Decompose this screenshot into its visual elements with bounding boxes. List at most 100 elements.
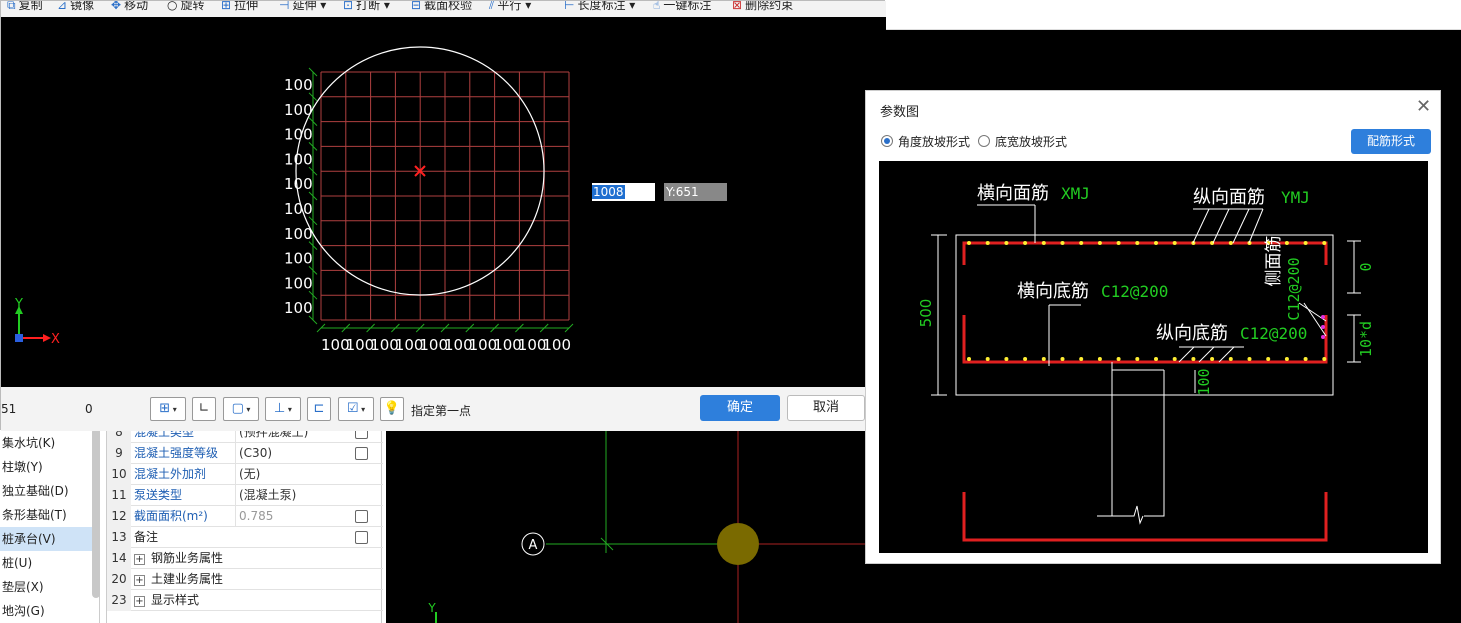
component-tree: 集水坑(K) 柱墩(Y) 独立基础(D) 条形基础(T) 桩承台(V) 桩(U) 垫层(X)… <box>0 428 100 623</box>
move-button[interactable]: ✥ 移动 <box>111 1 148 14</box>
ok-button[interactable]: 确定 <box>700 395 780 421</box>
rectangle-icon: ▢ <box>231 401 244 416</box>
expand-icon[interactable]: + <box>134 596 145 607</box>
coord-x-input[interactable]: 1008 <box>592 183 655 201</box>
grid-toggle-button[interactable]: ⊞ ▾ <box>150 397 186 421</box>
hint-button[interactable]: 💡 <box>380 397 404 421</box>
property-name: 备注 <box>134 530 159 544</box>
expand-icon[interactable]: + <box>134 554 145 565</box>
ortho-toggle-button[interactable]: ∟ <box>192 397 216 421</box>
rebar-dot <box>1041 241 1046 245</box>
property-checkbox[interactable] <box>355 447 368 460</box>
lightbulb-icon: 💡 <box>383 401 401 416</box>
tree-item[interactable]: 垫层(X) <box>0 575 99 599</box>
grid-label-x: 100 <box>542 336 571 354</box>
grid-label-y: 100 <box>284 150 313 168</box>
tree-item[interactable]: 独立基础(D) <box>0 479 99 503</box>
property-value[interactable]: 0.785 <box>235 506 339 527</box>
tree-item[interactable]: 柱墩(Y) <box>0 455 99 479</box>
grid-icon: ⊞ <box>159 401 171 416</box>
row-number: 9 <box>107 443 131 464</box>
axis-y-label: Y <box>14 297 23 312</box>
property-row[interactable]: 14 + 钢筋业务属性 <box>107 548 383 569</box>
side-rebar-label: 侧面筋 <box>1264 236 1284 287</box>
side-rebar-dot <box>1321 325 1325 329</box>
property-name: + 钢筋业务属性 <box>134 548 232 569</box>
property-row[interactable]: 13 备注 <box>107 527 383 548</box>
rebar-dot <box>1247 357 1252 361</box>
parallel-button[interactable]: ⫽ 平行 ▾ <box>489 1 531 14</box>
tree-scrollbar[interactable] <box>92 428 100 598</box>
copy-label: 复制 <box>18 1 43 12</box>
radio-angle[interactable] <box>881 135 893 147</box>
tree-item[interactable]: 桩承台(V) <box>0 527 99 551</box>
rebar-dot <box>1284 241 1289 245</box>
property-name: 混凝土外加剂 <box>134 467 207 481</box>
property-row[interactable]: 12 截面面积(m²) 0.785 <box>107 506 383 527</box>
axis-origin-icon <box>15 334 23 342</box>
property-row[interactable]: 11 泵送类型 (混凝土泵) <box>107 485 383 506</box>
snap-shape-button[interactable]: ▢ ▾ <box>223 397 259 421</box>
drawing-canvas[interactable]: 100 100 100 100 100 100 100 100 100 100 100 100 100 1… <box>1 17 886 387</box>
section-check-button[interactable]: ⊟ 截面校验 <box>411 1 472 14</box>
property-checkbox[interactable] <box>355 531 368 544</box>
tree-item[interactable]: 地沟(G) <box>0 599 99 623</box>
rebar-dot <box>1303 241 1308 245</box>
row-number: 14 <box>107 548 131 569</box>
ortho-icon: ∟ <box>198 401 210 416</box>
axis-x-label: X <box>51 332 60 347</box>
break-button[interactable]: ⊡ 打断 ▾ <box>343 1 390 14</box>
rebar-dot <box>1079 241 1084 245</box>
property-checkbox[interactable] <box>355 510 368 523</box>
property-name: 截面面积(m²) <box>134 509 208 523</box>
offset-button[interactable]: ⊏ <box>307 397 331 421</box>
property-value[interactable]: (C30) <box>235 443 339 464</box>
rebar-form-button[interactable]: 配筋形式 <box>1351 129 1431 154</box>
length-dim-button[interactable]: ⊢ 长度标注 ▾ <box>564 1 635 14</box>
copy-icon: ⧉ <box>7 1 16 12</box>
coord-y-input[interactable]: Y:651 <box>664 183 727 201</box>
close-icon[interactable]: ✕ <box>1416 96 1431 117</box>
grid-label-y: 100 <box>284 126 313 144</box>
grid-label-y: 100 <box>284 299 313 317</box>
tree-item[interactable]: 桩(U) <box>0 551 99 575</box>
property-value[interactable]: (混凝土泵) <box>235 485 339 506</box>
property-row[interactable]: 23 + 显示样式 <box>107 590 383 611</box>
rebar-dot <box>1135 241 1140 245</box>
background-cad-view[interactable]: A Y <box>386 428 886 623</box>
axis-y-label: Y <box>427 601 436 615</box>
property-table: 8 混凝土类型 (预拌混凝土) 9 混凝土强度等级 (C30) 10 混凝土外加剂 (无) 11 泵… <box>106 422 383 623</box>
cancel-button[interactable]: 取消 <box>787 395 865 421</box>
property-row[interactable]: 20 + 土建业务属性 <box>107 569 383 590</box>
break-label: 打断 <box>356 1 381 12</box>
tree-item[interactable]: 条形基础(T) <box>0 503 99 527</box>
bottom-longitudinal-value: C12@200 <box>1240 324 1307 343</box>
mirror-button[interactable]: ⊿ 镜像 <box>57 1 94 14</box>
stretch-button[interactable]: ⊞ 拉伸 <box>221 1 258 14</box>
axis-x-arrow-icon <box>43 334 51 342</box>
extend-button[interactable]: ⊣ 延伸 ▾ <box>279 1 326 14</box>
rebar-dot <box>1303 357 1308 361</box>
rebar-dot <box>1097 241 1102 245</box>
property-row[interactable]: 10 混凝土外加剂 (无) <box>107 464 383 485</box>
dim-zero-label: 0 <box>1357 262 1375 271</box>
check-box-button[interactable]: ☑ ▾ <box>338 397 374 421</box>
dim-100-label: 100 <box>1195 368 1213 395</box>
radio-width[interactable] <box>978 135 990 147</box>
delete-constraint-button[interactable]: ⊠ 删除约束 <box>732 1 793 14</box>
section-editor-dialog: ⧉ 复制 ⊿ 镜像 ✥ 移动 ○ 旋转 ⊞ 拉伸 ⊣ 延伸 ▾ ⊡ 打断 ▾ ⊟ 截面校验 ⫽ 平… <box>0 0 886 431</box>
extend-label: 延伸 <box>292 1 317 12</box>
expand-icon[interactable]: + <box>134 575 145 586</box>
rebar-dot <box>1135 357 1140 361</box>
leader-line <box>1232 208 1250 244</box>
rotate-icon: ○ <box>167 1 178 12</box>
one-key-dim-button[interactable]: ☝ 一键标注 <box>653 1 711 14</box>
rotate-button[interactable]: ○ 旋转 <box>167 1 205 14</box>
snap-point-button[interactable]: ⊥ ▾ <box>265 397 301 421</box>
dim-10d-label: 10*d <box>1357 321 1375 357</box>
bottom-transverse-label: 横向底筋 <box>1017 281 1089 302</box>
property-value[interactable]: (无) <box>235 464 339 485</box>
copy-button[interactable]: ⧉ 复制 <box>7 1 43 14</box>
tree-item[interactable]: 集水坑(K) <box>0 431 99 455</box>
property-row[interactable]: 9 混凝土强度等级 (C30) <box>107 443 383 464</box>
